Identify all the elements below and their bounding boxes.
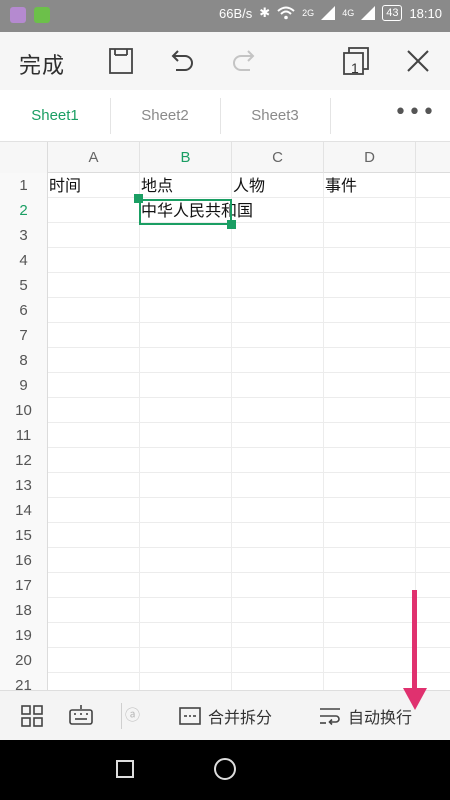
- grid-menu-icon[interactable]: [19, 703, 45, 729]
- row-header[interactable]: 11: [0, 423, 48, 448]
- cell-b1[interactable]: 地点: [141, 173, 173, 198]
- save-icon[interactable]: [103, 43, 139, 79]
- column-header-b[interactable]: B: [140, 142, 232, 173]
- row-header[interactable]: 18: [0, 598, 48, 623]
- merge-split-icon: [179, 707, 201, 725]
- row-header[interactable]: 2: [0, 198, 48, 223]
- table-row: 10: [0, 398, 450, 423]
- cell-d1[interactable]: 事件: [325, 173, 357, 198]
- row-header[interactable]: 15: [0, 523, 48, 548]
- table-row: 19: [0, 623, 450, 648]
- table-row: 3: [0, 223, 450, 248]
- redo-icon: [226, 43, 262, 79]
- undo-icon[interactable]: [164, 43, 200, 79]
- column-header-row: A B C D: [0, 142, 450, 173]
- row-header[interactable]: 3: [0, 223, 48, 248]
- home-icon[interactable]: [214, 758, 236, 780]
- cell-c1[interactable]: 人物: [233, 173, 265, 198]
- table-row: 4: [0, 248, 450, 273]
- window-count: 1: [351, 60, 359, 76]
- row-header[interactable]: 5: [0, 273, 48, 298]
- table-row: 14: [0, 498, 450, 523]
- selection-handle-top-left[interactable]: [134, 194, 143, 203]
- system-nav-bar: [0, 740, 450, 800]
- cell-b2[interactable]: 中华人民共和国: [141, 198, 253, 223]
- signal-icon: [321, 6, 336, 20]
- row-header[interactable]: 10: [0, 398, 48, 423]
- recent-apps-icon[interactable]: [116, 760, 134, 778]
- row-header[interactable]: 1: [0, 173, 48, 198]
- spreadsheet-grid[interactable]: A B C D 1 2 3 4 5 6 7 8 9 10 11 12 13 14 15 16 17 18 19 20 2…: [0, 142, 450, 690]
- selection-handle-bottom-right[interactable]: [227, 220, 236, 229]
- table-row: 13: [0, 473, 450, 498]
- done-button[interactable]: 完成: [19, 48, 65, 80]
- table-row: 16: [0, 548, 450, 573]
- table-row: 9: [0, 373, 450, 398]
- sheet-tabs: Sheet1 Sheet2 Sheet3 •••: [0, 90, 450, 142]
- row-header[interactable]: 21: [0, 673, 48, 690]
- keyboard-icon[interactable]: [68, 703, 94, 729]
- merge-split-button[interactable]: 合并拆分: [178, 703, 272, 729]
- signal-icon: [361, 6, 376, 20]
- top-toolbar: 完成 1: [0, 32, 450, 90]
- close-icon[interactable]: [400, 43, 436, 79]
- annotation-arrow-head: [403, 688, 427, 710]
- annotation-arrow: [412, 590, 417, 690]
- toolbar-divider: [121, 703, 122, 729]
- row-header[interactable]: 17: [0, 573, 48, 598]
- table-row: 8: [0, 348, 450, 373]
- wrap-text-button[interactable]: 自动换行: [318, 703, 412, 729]
- wifi-icon: [277, 6, 295, 20]
- table-row: 5: [0, 273, 450, 298]
- table-row: 15: [0, 523, 450, 548]
- clock: 18:10: [409, 5, 442, 21]
- column-header-a[interactable]: A: [48, 142, 140, 173]
- row-header[interactable]: 19: [0, 623, 48, 648]
- row-header[interactable]: 12: [0, 448, 48, 473]
- column-header-c[interactable]: C: [232, 142, 324, 173]
- tab-sheet1[interactable]: Sheet1: [0, 90, 110, 142]
- merge-split-label: 合并拆分: [208, 708, 273, 727]
- battery-icon: 43: [382, 5, 403, 21]
- cell-a1[interactable]: 时间: [49, 173, 81, 198]
- table-row: 21: [0, 673, 450, 690]
- tab-sheet3[interactable]: Sheet3: [220, 90, 330, 142]
- signal-2g-label: 2G: [302, 8, 315, 18]
- signal-4g-label: 4G: [342, 8, 355, 18]
- gallery-notification-icon: [10, 7, 26, 23]
- row-header[interactable]: 13: [0, 473, 48, 498]
- bluetooth-icon: ✱: [259, 5, 271, 20]
- bottom-toolbar: ⓐ 合并拆分 自动换行: [0, 690, 450, 740]
- row-header[interactable]: 20: [0, 648, 48, 673]
- table-row: 12: [0, 448, 450, 473]
- row-header[interactable]: 16: [0, 548, 48, 573]
- net-speed: 66B/s: [219, 5, 253, 21]
- table-row: 18: [0, 598, 450, 623]
- table-row: 6: [0, 298, 450, 323]
- column-header-d[interactable]: D: [324, 142, 416, 173]
- table-row: 11: [0, 423, 450, 448]
- row-header[interactable]: 9: [0, 373, 48, 398]
- app-root: 66B/s ✱ 2G 4G 43 18:10 完成 1 Sheet1 Sheet…: [0, 0, 450, 800]
- table-row: 7: [0, 323, 450, 348]
- table-row: 20: [0, 648, 450, 673]
- row-header[interactable]: 6: [0, 298, 48, 323]
- wrap-text-icon: [320, 708, 340, 726]
- more-tabs-button[interactable]: •••: [380, 90, 450, 142]
- row-header[interactable]: 14: [0, 498, 48, 523]
- row-header[interactable]: 8: [0, 348, 48, 373]
- row-header[interactable]: 7: [0, 323, 48, 348]
- app-notification-icon: [34, 7, 50, 23]
- row-header[interactable]: 4: [0, 248, 48, 273]
- scroll-hint-icon: ⓐ: [125, 706, 141, 724]
- select-all-corner[interactable]: [0, 142, 48, 173]
- tab-sheet2[interactable]: Sheet2: [110, 90, 220, 142]
- table-row: 17: [0, 573, 450, 598]
- status-bar: 66B/s ✱ 2G 4G 43 18:10: [0, 0, 450, 32]
